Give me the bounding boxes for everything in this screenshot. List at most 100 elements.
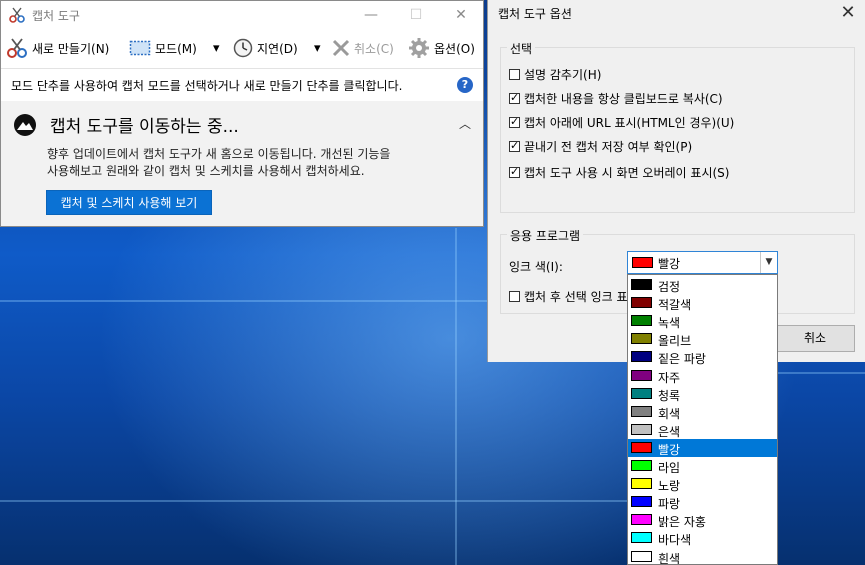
delay-button[interactable]: 지연(D): [233, 34, 298, 62]
option-label: 흰색: [658, 551, 681, 565]
dropdown-option[interactable]: 짙은 파랑: [628, 348, 777, 366]
dropdown-option[interactable]: 자주: [628, 367, 777, 385]
dropdown-option[interactable]: 적갈색: [628, 294, 777, 312]
cancel-snip-button[interactable]: 취소(C): [332, 34, 394, 62]
checkbox-hide-instructions[interactable]: 설명 감추기(H): [509, 66, 601, 83]
delay-dropdown-arrow[interactable]: ▾: [314, 34, 321, 62]
option-label: 자주: [658, 370, 681, 385]
option-label: 올리브: [658, 334, 692, 349]
dropdown-option[interactable]: 밝은 자홍: [628, 511, 777, 529]
help-icon[interactable]: ?: [457, 77, 473, 93]
options-label: 옵션(O): [434, 41, 475, 56]
rectangle-mode-icon: [129, 40, 151, 56]
checkbox[interactable]: [509, 165, 520, 178]
dropdown-option[interactable]: 흰색: [628, 548, 777, 565]
mode-label: 모드(M): [155, 41, 197, 56]
dropdown-option[interactable]: 회색: [628, 403, 777, 421]
light-beam: [778, 372, 865, 374]
color-swatch: [631, 514, 652, 526]
option-label: 밝은 자홍: [658, 515, 706, 530]
mode-button[interactable]: 모드(M): [129, 34, 197, 62]
ink-color-value: 빨강: [658, 257, 681, 271]
checkbox[interactable]: [509, 291, 520, 302]
color-swatch: [631, 532, 652, 544]
banner-description-line: 사용해보고 원래와 같이 캡처 및 스케치를 사용해서 캡처하세요.: [47, 164, 365, 178]
dropdown-option[interactable]: 라임: [628, 457, 777, 475]
checkbox[interactable]: [509, 115, 520, 128]
option-label: 회색: [658, 406, 681, 421]
color-swatch: [631, 387, 652, 399]
new-snip-button[interactable]: 새로 만들기(N): [6, 34, 109, 62]
scissors-icon: [9, 7, 25, 23]
ink-color-dropdown-list: 검정적갈색 녹색올리브 짙은 파랑자주청록회색은색 빨강라임노랑파랑밝은 자홍바다색흰…: [627, 274, 778, 565]
new-snip-label: 새로 만들기(N): [32, 41, 110, 56]
banner-title: 캡처 도구를 이동하는 중...: [50, 117, 239, 137]
color-swatch: [631, 496, 652, 508]
toolbar: 새로 만들기(N) 모드(M) ▾ 지연(D) ▾ 취소(C) 옵션(O): [1, 34, 483, 62]
dropdown-option[interactable]: 노랑: [628, 475, 777, 493]
ink-color-label: 잉크 색(I):: [509, 260, 563, 274]
checkbox-screen-overlay[interactable]: 캡처 도구 사용 시 화면 오버레이 표시(S): [509, 164, 729, 181]
maximize-button[interactable]: ☐: [393, 1, 439, 29]
gear-icon: [409, 38, 429, 58]
delay-label: 지연(D): [257, 41, 298, 56]
dropdown-option[interactable]: 바다색: [628, 529, 777, 547]
dropdown-option[interactable]: 녹색: [628, 312, 777, 330]
color-swatch: [631, 279, 652, 290]
checkbox-prompt-save[interactable]: 끝내기 전 캡처 저장 여부 확인(P): [509, 138, 692, 155]
option-label: 검정: [658, 280, 681, 294]
dropdown-option[interactable]: 은색: [628, 421, 777, 439]
checkbox-show-url[interactable]: 캡처 아래에 URL 표시(HTML인 경우)(U): [509, 114, 734, 131]
dropdown-option[interactable]: 빨강: [628, 438, 777, 457]
color-swatch: [631, 333, 652, 345]
option-label: 적갈색: [658, 298, 692, 313]
color-swatch: [631, 297, 652, 309]
checkbox-copy-clipboard[interactable]: 캡처한 내용을 항상 클립보드로 복사(C): [509, 90, 723, 107]
checkbox-label: 캡처 도구 사용 시 화면 오버레이 표시(S): [524, 166, 730, 180]
options-button[interactable]: 옵션(O): [408, 34, 475, 62]
option-label: 파랑: [658, 497, 681, 512]
minimize-button[interactable]: —: [348, 1, 394, 29]
checkbox[interactable]: [509, 69, 520, 80]
instruction-text: 모드 단추를 사용하여 캡처 모드를 선택하거나 새로 만들기 단추를 클릭합니…: [11, 79, 403, 93]
checkbox[interactable]: [509, 139, 520, 152]
option-label: 노랑: [658, 479, 681, 494]
cancel-snip-label: 취소(C): [354, 41, 394, 56]
cancel-button[interactable]: 취소: [775, 325, 855, 352]
light-beam: [455, 228, 457, 565]
dropdown-option[interactable]: 검정: [628, 276, 777, 294]
dropdown-option[interactable]: 파랑: [628, 493, 777, 511]
collapse-chevron-icon[interactable]: ︿: [459, 115, 471, 132]
try-snip-sketch-button[interactable]: 캡처 및 스케치 사용해 보기: [46, 190, 212, 215]
chevron-down-icon[interactable]: ▼: [760, 252, 777, 273]
dialog-close-button[interactable]: ✕: [835, 0, 861, 26]
light-beam: [0, 300, 487, 302]
dropdown-option[interactable]: 청록: [628, 385, 777, 403]
color-swatch: [631, 478, 652, 490]
checkbox[interactable]: [509, 91, 520, 104]
dialog-title: 캡처 도구 옵션: [498, 7, 572, 21]
color-swatch: [631, 460, 652, 471]
ink-color-swatch: [632, 257, 653, 268]
close-button[interactable]: ✕: [438, 1, 484, 29]
cancel-x-icon: [332, 39, 350, 57]
ink-color-select[interactable]: 빨강 ▼: [627, 251, 778, 274]
clock-icon: [233, 38, 253, 58]
color-swatch: [631, 369, 652, 381]
snipping-tool-window: 캡처 도구 — ☐ ✕ 새로 만들기(N) 모드(M) ▾ 지연(D) ▾ 취소…: [0, 0, 484, 227]
color-swatch: [631, 550, 652, 562]
mode-dropdown-arrow[interactable]: ▾: [213, 34, 220, 62]
checkbox-label: 끝내기 전 캡처 저장 여부 확인(P): [524, 140, 693, 154]
banner-description-line: 향후 업데이트에서 캡처 도구가 새 홈으로 이동됩니다. 개선된 기능을: [47, 147, 391, 161]
checkbox-label: 캡처 후 선택 잉크 표: [524, 290, 628, 304]
color-swatch: [631, 315, 652, 327]
option-label: 라임: [658, 461, 681, 475]
option-label: 청록: [658, 388, 681, 403]
option-label: 은색: [658, 424, 681, 439]
checkbox-show-ink-after[interactable]: 캡처 후 선택 잉크 표: [509, 288, 628, 305]
color-swatch: [631, 423, 652, 435]
color-swatch: [631, 351, 652, 363]
option-label: 바다색: [658, 533, 692, 548]
banner-description: 향후 업데이트에서 캡처 도구가 새 홈으로 이동됩니다. 개선된 기능을 사용…: [47, 146, 447, 180]
dropdown-option[interactable]: 올리브: [628, 330, 777, 348]
